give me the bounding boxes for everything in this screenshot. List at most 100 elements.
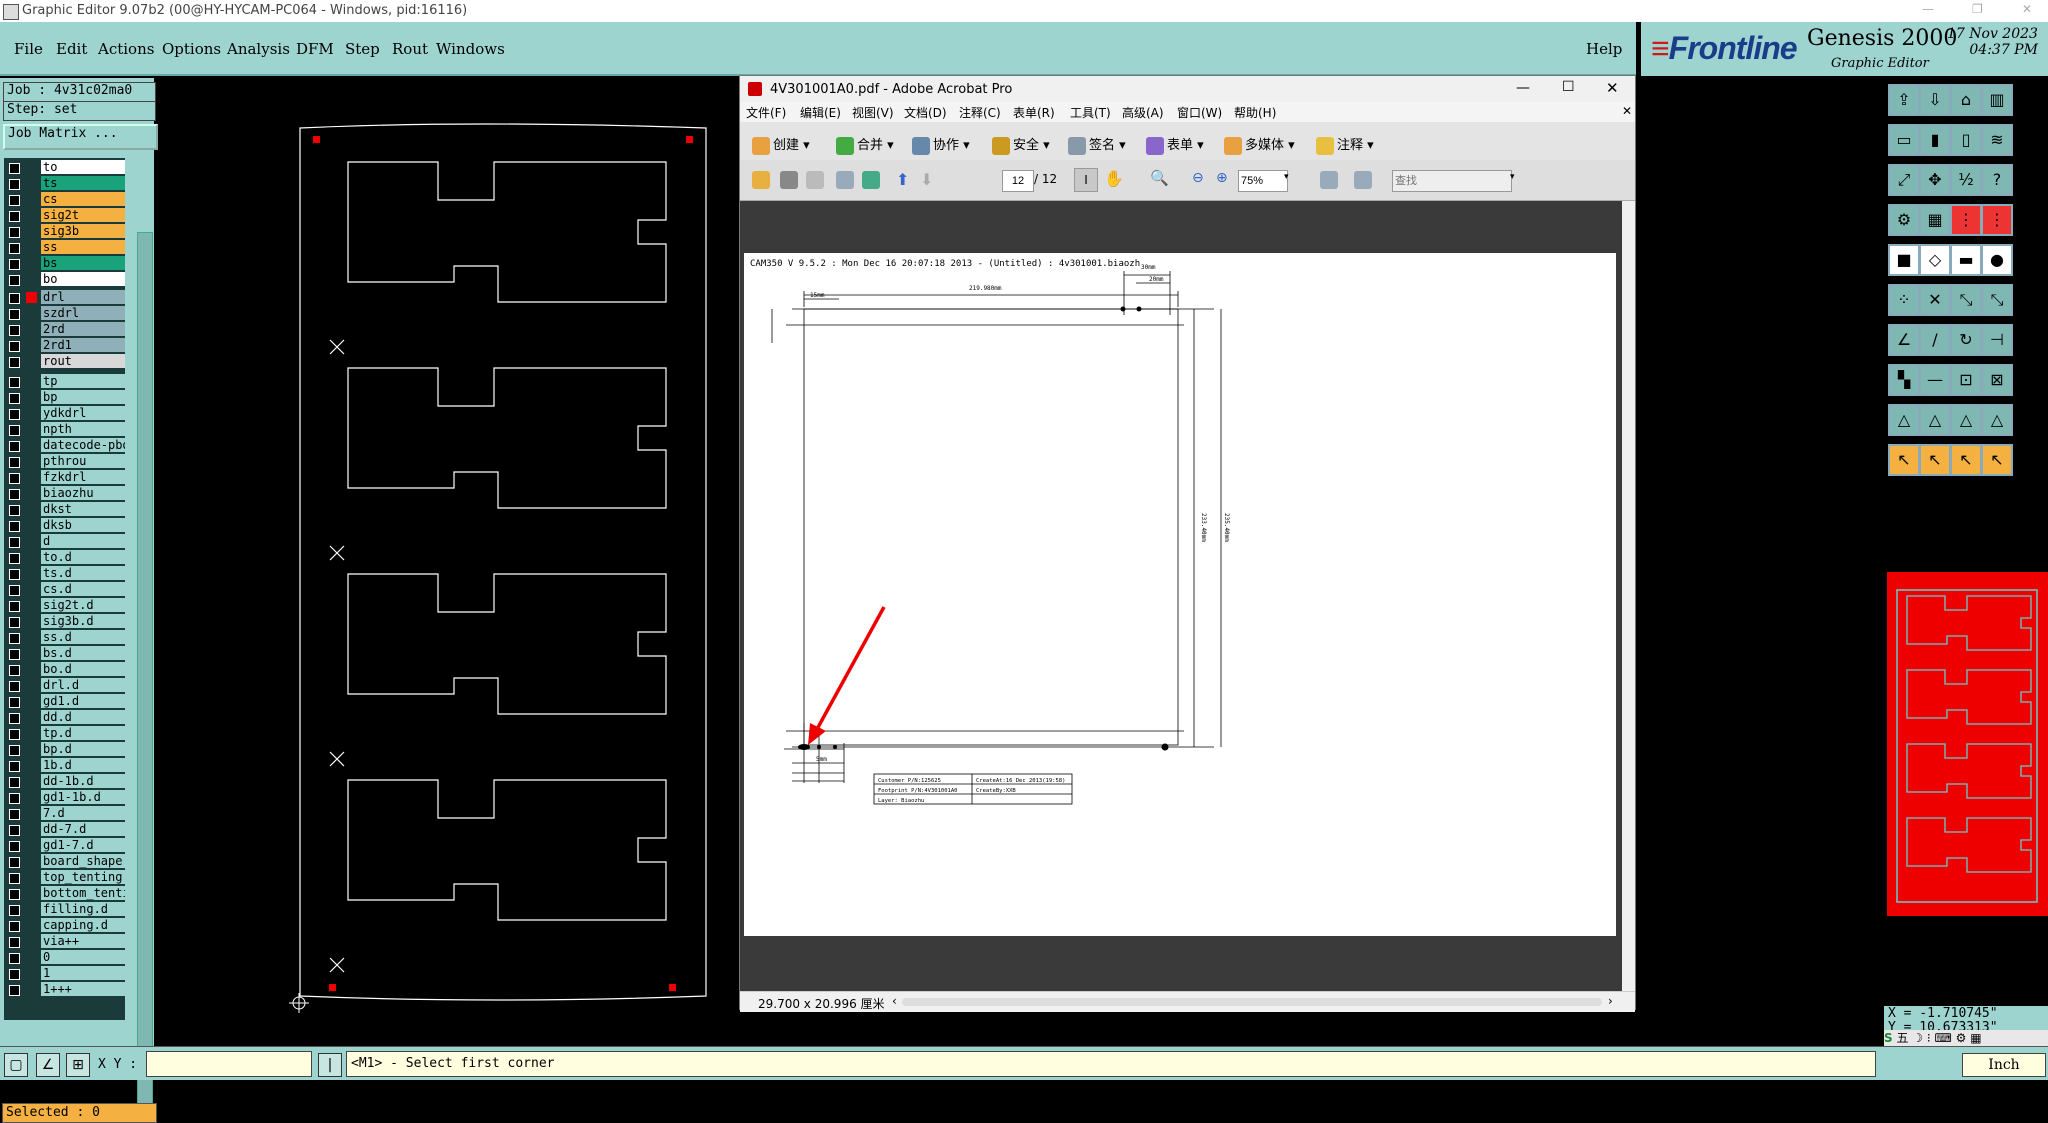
layer-checkbox[interactable] (9, 243, 20, 254)
layer-checkbox[interactable] (9, 393, 20, 404)
layer-row-6[interactable]: bs (4, 256, 125, 271)
layer-checkbox[interactable] (9, 745, 20, 756)
layer-checkbox[interactable] (9, 377, 20, 388)
layer-row-37[interactable]: 1b.d (4, 758, 125, 773)
layer-checkbox[interactable] (9, 921, 20, 932)
step-preview[interactable] (1887, 572, 2048, 916)
acrobat-minimize-icon[interactable]: — (1516, 80, 1530, 96)
layer-name[interactable]: gd1-1b.d (41, 790, 125, 804)
layer-row-40[interactable]: 7.d (4, 806, 125, 821)
secure-button[interactable]: 安全 ▾ (992, 134, 1050, 155)
misc-tool-icon[interactable]: ⋮ (1950, 204, 1982, 236)
layer-name[interactable]: tp.d (41, 726, 125, 740)
layer-row-3[interactable]: sig2t (4, 208, 125, 223)
layer-row-23[interactable]: d (4, 534, 125, 549)
layer-name[interactable]: top_tenting (41, 870, 125, 884)
layer-checkbox[interactable] (9, 761, 20, 772)
layer-row-36[interactable]: bp.d (4, 742, 125, 757)
layer-checkbox[interactable] (9, 163, 20, 174)
layer-checkbox[interactable] (9, 953, 20, 964)
layer-tool-icon[interactable]: ▥ (1981, 84, 2013, 116)
amenu-advanced[interactable]: 高级(A) (1122, 104, 1164, 121)
layer-row-1[interactable]: ts (4, 176, 125, 191)
layer-row-13[interactable]: tp (4, 374, 125, 389)
layer-checkbox[interactable] (9, 713, 20, 724)
menu-windows[interactable]: Windows (436, 40, 505, 58)
xy-input[interactable] (146, 1051, 312, 1077)
prev-page-icon[interactable]: ⬆ (896, 170, 909, 189)
layer-checkbox[interactable] (9, 617, 20, 628)
select-tool-icon[interactable]: ⤡ (1981, 284, 2013, 316)
layer-row-39[interactable]: gd1-1b.d (4, 790, 125, 805)
close-icon[interactable]: ✕ (2022, 2, 2032, 16)
layer-name[interactable]: 1b.d (41, 758, 125, 772)
layer-row-2[interactable]: cs (4, 192, 125, 207)
layer-row-29[interactable]: ss.d (4, 630, 125, 645)
amenu-help[interactable]: 帮助(H) (1234, 104, 1276, 121)
layer-checkbox[interactable] (9, 325, 20, 336)
layer-name[interactable]: via++ (41, 934, 125, 948)
menu-analysis[interactable]: Analysis (227, 40, 290, 58)
layer-name[interactable]: bp (41, 390, 125, 404)
layer-name[interactable]: pthrou (41, 454, 125, 468)
pointer-tool-icon[interactable]: ↖ (1950, 444, 1982, 476)
zoom-out-icon[interactable]: ⊖ (1192, 170, 1204, 186)
layer-name[interactable]: ydkdrl (41, 406, 125, 420)
pointer-tool-icon[interactable]: ↖ (1888, 444, 1920, 476)
layer-name[interactable]: 2rd (41, 322, 125, 336)
pointer-tool-icon[interactable]: ↖ (1981, 444, 2013, 476)
zoom-tool-icon[interactable]: 🔍 (1150, 169, 1169, 187)
layer-name[interactable]: dd.d (41, 710, 125, 724)
layer-name[interactable]: dkst (41, 502, 125, 516)
layer-row-48[interactable]: via++ (4, 934, 125, 949)
layer-checkbox[interactable] (9, 777, 20, 788)
layer-name[interactable]: datecode-pbd (41, 438, 125, 452)
layer-row-5[interactable]: ss (4, 240, 125, 255)
layer-name[interactable]: cs (41, 192, 125, 206)
layer-checkbox[interactable] (9, 585, 20, 596)
job-matrix-button[interactable]: Job Matrix ... (3, 124, 158, 150)
layer-row-51[interactable]: 1+++ (4, 982, 125, 997)
combine-button[interactable]: 合并 ▾ (836, 134, 894, 155)
pdf-document-area[interactable]: CAM350 V 9.5.2 : Mon Dec 16 20:07:18 201… (740, 201, 1622, 991)
layer-row-12[interactable]: rout (4, 354, 125, 369)
view-tool-icon[interactable]: ▭ (1888, 124, 1920, 156)
layer-name[interactable]: 0 (41, 950, 125, 964)
zoom-tool-icon[interactable]: ½ (1950, 164, 1982, 196)
shape-tool-icon[interactable]: ◇ (1919, 244, 1951, 276)
select-tool-icon[interactable]: I (1074, 168, 1098, 192)
layer-tool-icon[interactable]: ⇩ (1919, 84, 1951, 116)
layer-tool-icon[interactable]: ⌂ (1950, 84, 1982, 116)
layer-checkbox[interactable] (9, 441, 20, 452)
layer-name[interactable]: sig3b (41, 224, 125, 238)
layer-checkbox[interactable] (9, 873, 20, 884)
layer-name[interactable]: ts (41, 176, 125, 190)
layer-row-15[interactable]: ydkdrl (4, 406, 125, 421)
layer-row-34[interactable]: dd.d (4, 710, 125, 725)
layer-checkbox[interactable] (9, 889, 20, 900)
layer-checkbox[interactable] (9, 985, 20, 996)
menu-edit[interactable]: Edit (56, 40, 87, 58)
layer-name[interactable]: ss.d (41, 630, 125, 644)
layer-row-44[interactable]: top_tenting (4, 870, 125, 885)
layer-checkbox[interactable] (9, 179, 20, 190)
layer-row-19[interactable]: fzkdrl (4, 470, 125, 485)
layer-name[interactable]: bo (41, 272, 125, 286)
amenu-edit[interactable]: 编辑(E) (800, 104, 841, 121)
layer-row-28[interactable]: sig3b.d (4, 614, 125, 629)
multimedia-button[interactable]: 多媒体 ▾ (1224, 134, 1295, 155)
layer-name[interactable]: bo.d (41, 662, 125, 676)
layer-row-45[interactable]: bottom_tenti (4, 886, 125, 901)
layer-row-33[interactable]: gd1.d (4, 694, 125, 709)
layer-name[interactable]: sig3b.d (41, 614, 125, 628)
menu-dfm[interactable]: DFM (296, 40, 334, 58)
layer-row-10[interactable]: 2rd (4, 322, 125, 337)
amenu-tools[interactable]: 工具(T) (1070, 104, 1111, 121)
acrobat-maximize-icon[interactable]: ☐ (1562, 79, 1575, 95)
layer-checkbox[interactable] (9, 697, 20, 708)
forms-button[interactable]: 表单 ▾ (1146, 134, 1204, 155)
layer-row-16[interactable]: npth (4, 422, 125, 437)
restore-icon[interactable]: ❐ (1972, 2, 1983, 16)
misc-tool-icon[interactable]: ⋮ (1981, 204, 2013, 236)
amenu-window[interactable]: 窗口(W) (1177, 104, 1222, 121)
